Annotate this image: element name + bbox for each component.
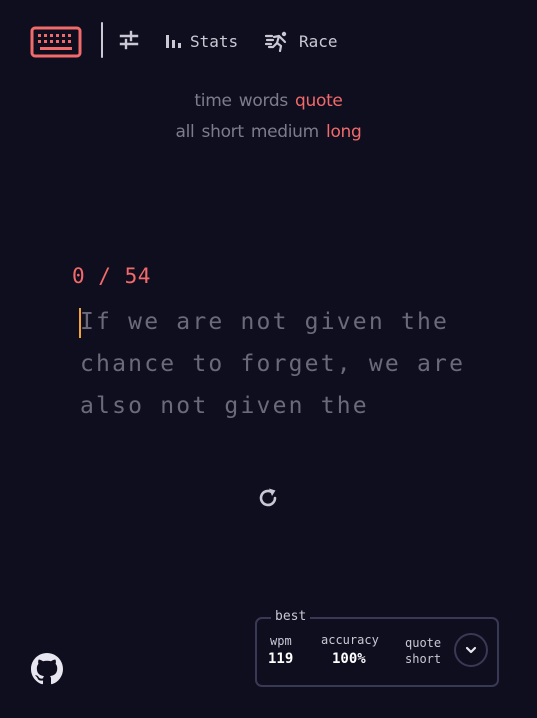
wpm-value: 119 [268,651,294,667]
running-person-icon [265,31,287,52]
accuracy-value: 100% [332,651,366,667]
nav-divider [101,22,103,58]
length-short[interactable]: short [202,122,244,142]
mode-words[interactable]: words [239,91,288,111]
mode-time[interactable]: time [194,91,232,111]
keyboard-icon[interactable] [30,26,82,62]
nav-race[interactable]: Race [265,27,338,55]
best-score-panel: best wpm 119 accuracy 100% quote short [255,609,499,687]
restart-icon[interactable] [256,486,280,510]
top-bar: Stats Race [0,0,537,80]
best-mode-label: quote [405,636,442,650]
best-legend: best [271,609,311,625]
nav-stats-label: Stats [190,31,239,51]
quote-line: also not given the [80,393,369,419]
nav-stats[interactable]: Stats [164,27,238,55]
sliders-icon[interactable] [118,29,140,51]
length-long[interactable]: long [326,122,362,142]
nav-race-label: Race [299,31,338,51]
mode-length-selector: all short medium long [0,122,537,142]
quote-text[interactable]: If we are not given the chance to forget… [80,301,500,427]
bar-chart-icon [166,35,181,48]
quote-line: chance to forget, we are [80,351,466,377]
word-progress: 0 / 54 [72,264,151,288]
github-icon[interactable] [31,653,63,685]
best-length-label: short [405,652,442,666]
mode-quote[interactable]: quote [295,91,343,111]
wpm-label: wpm [270,634,292,648]
mode-type-selector: time words quote [0,91,537,111]
expand-best-button[interactable] [454,633,488,667]
text-caret [79,308,81,338]
chevron-down-icon [465,646,477,654]
length-medium[interactable]: medium [251,122,319,142]
length-all[interactable]: all [175,122,194,142]
quote-line: If we are not given the [80,309,450,335]
accuracy-label: accuracy [321,633,379,647]
